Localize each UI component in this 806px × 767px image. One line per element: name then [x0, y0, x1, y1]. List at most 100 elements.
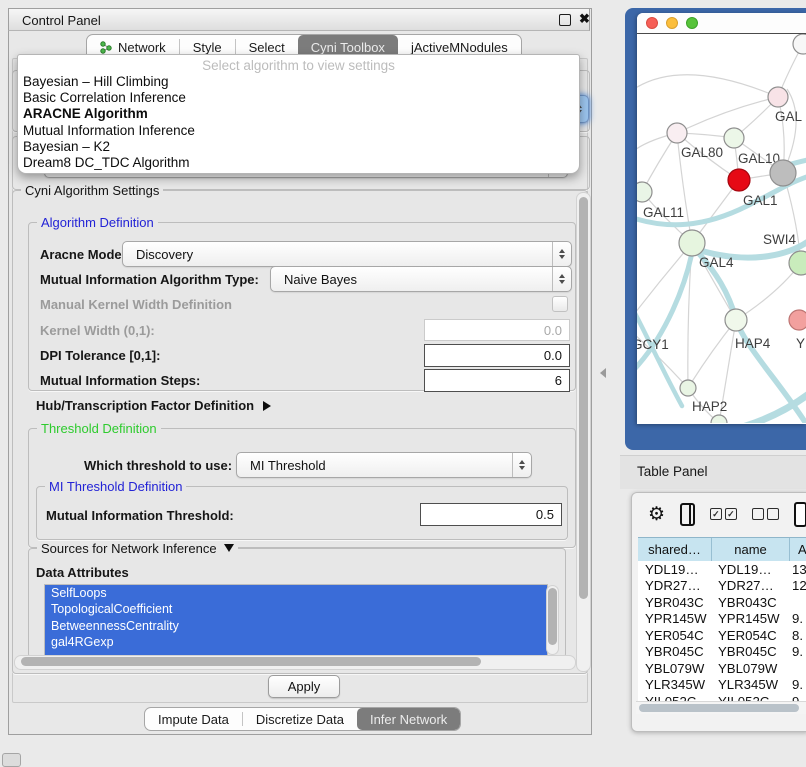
network-node[interactable] — [724, 128, 744, 148]
table-cell[interactable]: YBL079W — [638, 660, 711, 677]
network-node[interactable] — [680, 380, 696, 396]
close-icon[interactable]: ✖ — [579, 11, 590, 27]
table-cell[interactable]: YDR27… — [638, 578, 711, 595]
table-cell[interactable]: YLR345W — [711, 677, 789, 694]
table-cell[interactable]: YBR043C — [711, 594, 789, 611]
network-edge[interactable] — [677, 97, 778, 133]
table-cell[interactable]: YDR27… — [711, 578, 789, 595]
settings-vscrollbar[interactable] — [576, 192, 591, 672]
table-cell[interactable]: YBL079W — [711, 660, 789, 677]
kernel-width-field[interactable]: 0.0 — [424, 319, 570, 341]
tab-discretize-data[interactable]: Discretize Data — [243, 708, 357, 730]
algorithm-option[interactable]: Mutual Information Inference — [18, 123, 579, 139]
table-column-header[interactable]: name — [711, 538, 789, 561]
table-column-header[interactable]: A — [789, 538, 806, 561]
table-cell[interactable]: 12 — [789, 578, 806, 595]
attributes-scrollbar-thumb[interactable] — [548, 588, 557, 645]
network-edge[interactable] — [688, 320, 736, 388]
network-node[interactable] — [770, 160, 796, 186]
network-node[interactable] — [793, 34, 806, 54]
which-threshold-combo[interactable]: MI Threshold — [236, 452, 532, 478]
table-row[interactable]: YPR145WYPR145W9. — [638, 611, 806, 628]
manual-kernel-checkbox[interactable] — [552, 296, 568, 312]
network-edge[interactable] — [637, 75, 778, 97]
table-cell[interactable]: YBR043C — [638, 594, 711, 611]
float-icon[interactable] — [559, 14, 571, 26]
network-node[interactable] — [768, 87, 788, 107]
table-cell[interactable]: YPR145W — [638, 611, 711, 628]
sources-title[interactable]: Sources for Network Inference — [37, 541, 238, 556]
tab-infer-network[interactable]: Infer Network — [357, 708, 460, 730]
window-minimize-button[interactable] — [666, 17, 678, 29]
table-cell[interactable]: YPR145W — [711, 611, 789, 628]
settings-hscrollbar[interactable] — [14, 655, 576, 670]
network-node[interactable] — [789, 310, 806, 330]
attribute-item[interactable]: SelfLoops — [45, 585, 547, 601]
deselect-all-checks-icon[interactable] — [752, 508, 779, 520]
algorithm-option[interactable]: Bayesian – K2 — [18, 139, 579, 155]
attribute-item[interactable]: BetweennessCentrality — [45, 618, 547, 634]
table-row[interactable]: YBL079WYBL079W — [638, 660, 806, 677]
gear-icon[interactable]: ⚙ — [648, 505, 665, 524]
window-close-button[interactable] — [646, 17, 658, 29]
dpi-tolerance-field[interactable]: 0.0 — [424, 344, 570, 367]
hub-definition-toggle[interactable]: Hub/Transcription Factor Definition — [36, 398, 271, 413]
select-all-checks-icon[interactable]: ✓✓ — [710, 508, 737, 520]
apply-button[interactable]: Apply — [268, 675, 340, 698]
table-cell[interactable]: 8. — [789, 627, 806, 644]
import-table-icon[interactable] — [794, 502, 806, 527]
network-node[interactable] — [667, 123, 687, 143]
table-row[interactable]: YDR27…YDR27…12 — [638, 578, 806, 595]
network-node[interactable] — [728, 169, 750, 191]
network-node[interactable] — [637, 182, 652, 202]
algorithm-option[interactable]: Dream8 DC_TDC Algorithm — [18, 155, 579, 171]
network-edge-highlighted[interactable] — [637, 248, 693, 386]
network-node[interactable] — [725, 309, 747, 331]
table-cell[interactable]: YDL19… — [711, 561, 789, 578]
mi-steps-field[interactable]: 6 — [424, 369, 570, 392]
algorithm-option[interactable]: Bayesian – Hill Climbing — [18, 74, 579, 90]
table-cell[interactable]: 9. — [789, 611, 806, 628]
table-cell[interactable]: YER054C — [638, 627, 711, 644]
table-cell[interactable]: 13 — [789, 561, 806, 578]
table-cell[interactable]: YBR045C — [638, 644, 711, 661]
table-cell[interactable]: YLR345W — [638, 677, 711, 694]
columns-icon[interactable] — [680, 503, 695, 526]
network-canvas[interactable]: GALGAL80GAL10GAL1GAL11SWI4GAL4GCY1HAP4YH… — [637, 34, 806, 423]
splitter-collapse-arrow[interactable] — [600, 368, 606, 378]
aracne-mode-combo[interactable]: Discovery — [122, 241, 572, 267]
algorithm-option[interactable]: ARACNE Algorithm — [18, 106, 579, 122]
network-edge-highlighted[interactable] — [732, 389, 806, 423]
table-hscrollbar-thumb[interactable] — [639, 704, 799, 712]
table-cell[interactable]: 9. — [789, 644, 806, 661]
network-node[interactable] — [789, 251, 806, 275]
table-cell[interactable] — [789, 594, 806, 611]
table-column-header[interactable]: shared… — [638, 538, 711, 561]
table-row[interactable]: YBR045CYBR045C9. — [638, 644, 806, 661]
table-hscrollbar[interactable] — [636, 701, 806, 714]
tab-impute-data[interactable]: Impute Data — [145, 708, 242, 730]
table-row[interactable]: YER054CYER054C8. — [638, 627, 806, 644]
table-cell[interactable] — [789, 660, 806, 677]
table-cell[interactable]: YER054C — [711, 627, 789, 644]
algorithm-option[interactable]: Basic Correlation Inference — [18, 90, 579, 106]
table-row[interactable]: YLR345WYLR345W9. — [638, 677, 806, 694]
minimized-panel-button[interactable] — [2, 753, 21, 767]
attribute-item[interactable]: gal4RGexp — [45, 634, 547, 650]
table-row[interactable]: YBR043CYBR043C — [638, 594, 806, 611]
mi-threshold-field[interactable]: 0.5 — [420, 503, 562, 526]
window-zoom-button[interactable] — [686, 17, 698, 29]
tab-impute-data-label: Impute Data — [158, 712, 229, 727]
settings-hscrollbar-thumb[interactable] — [21, 657, 481, 666]
network-node[interactable] — [679, 230, 705, 256]
attributes-scrollbar[interactable] — [546, 585, 559, 655]
network-node[interactable] — [711, 415, 727, 423]
network-edge[interactable] — [736, 263, 801, 320]
table-cell[interactable]: YDL19… — [638, 561, 711, 578]
settings-vscrollbar-thumb[interactable] — [579, 197, 588, 599]
table-cell[interactable]: YBR045C — [711, 644, 789, 661]
mi-type-combo[interactable]: Naive Bayes — [270, 266, 572, 292]
table-cell[interactable]: 9. — [789, 677, 806, 694]
attribute-item[interactable]: TopologicalCoefficient — [45, 601, 547, 617]
table-row[interactable]: YDL19…YDL19…13 — [638, 561, 806, 578]
